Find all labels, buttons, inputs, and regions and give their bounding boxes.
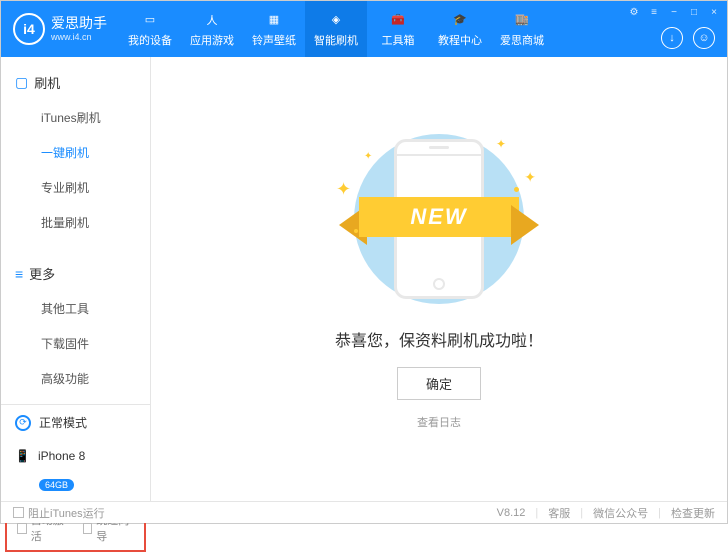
app-icon: 人 — [203, 11, 221, 29]
nav-item-phone[interactable]: ▭我的设备 — [119, 1, 181, 57]
ring-icon: ▦ — [265, 11, 283, 29]
settings-icon[interactable]: ⚙ — [627, 5, 641, 19]
header: i4 爱思助手 www.i4.cn ▭我的设备人应用游戏▦铃声壁纸◈智能刷机🧰工… — [1, 1, 727, 57]
flash-icon: ◈ — [327, 11, 345, 29]
download-icon[interactable]: ↓ — [661, 27, 683, 49]
success-message: 恭喜您，保资料刷机成功啦！ — [335, 327, 543, 351]
block-itunes-checkbox[interactable]: 阻止iTunes运行 — [13, 505, 105, 521]
logo-icon: i4 — [13, 13, 45, 45]
menu-icon[interactable]: ≡ — [647, 5, 661, 19]
maximize-icon[interactable]: □ — [687, 5, 701, 19]
main-content: NEW ✦✦✦✦ 恭喜您，保资料刷机成功啦！ 确定 查看日志 — [151, 57, 727, 501]
logo-subtitle: www.i4.cn — [51, 32, 107, 42]
nav-item-flash[interactable]: ◈智能刷机 — [305, 1, 367, 57]
device-name: iPhone 8 — [38, 449, 85, 463]
nav-item-ring[interactable]: ▦铃声壁纸 — [243, 1, 305, 57]
version-label: V8.12 — [497, 507, 526, 519]
window-controls: ⚙ ≡ − □ × — [627, 5, 721, 19]
footer-link-support[interactable]: 客服 — [548, 505, 570, 521]
shop-icon: 🏬 — [513, 11, 531, 29]
sidebar-item[interactable]: 批量刷机 — [1, 205, 150, 240]
mode-label: 正常模式 — [39, 414, 87, 431]
minimize-icon[interactable]: − — [667, 5, 681, 19]
sidebar-bottom: ⟳ 正常模式 📱 iPhone 8 64GB 自动激活跳过向导 — [1, 404, 150, 556]
nav-item-edu[interactable]: 🎓教程中心 — [429, 1, 491, 57]
storage-badge: 64GB — [39, 479, 74, 491]
mode-row[interactable]: ⟳ 正常模式 — [1, 405, 150, 440]
nav-item-shop[interactable]: 🏬爱思商城 — [491, 1, 553, 57]
sidebar-heading: ≡更多 — [1, 256, 150, 291]
phone-icon: 📱 — [15, 449, 30, 463]
refresh-icon: ⟳ — [15, 415, 31, 431]
sidebar-heading: ▢刷机 — [1, 65, 150, 100]
header-actions: ↓ ☺ — [661, 27, 715, 49]
phone-icon: ▭ — [141, 11, 159, 29]
ribbon-text: NEW — [359, 197, 519, 237]
tool-icon: 🧰 — [389, 11, 407, 29]
nav-item-tool[interactable]: 🧰工具箱 — [367, 1, 429, 57]
device-row[interactable]: 📱 iPhone 8 64GB — [1, 440, 150, 500]
footer-link-wechat[interactable]: 微信公众号 — [593, 505, 648, 521]
footer-link-update[interactable]: 检查更新 — [671, 505, 715, 521]
logo-title: 爱思助手 — [51, 16, 107, 31]
user-icon[interactable]: ☺ — [693, 27, 715, 49]
success-illustration: NEW ✦✦✦✦ — [324, 129, 554, 309]
logo: i4 爱思助手 www.i4.cn — [1, 13, 119, 45]
view-log-link[interactable]: 查看日志 — [417, 414, 461, 430]
sidebar-item[interactable]: iTunes刷机 — [1, 100, 150, 135]
edu-icon: 🎓 — [451, 11, 469, 29]
sidebar-item[interactable]: 其他工具 — [1, 291, 150, 326]
sidebar-item[interactable]: 下载固件 — [1, 326, 150, 361]
close-icon[interactable]: × — [707, 5, 721, 19]
ok-button[interactable]: 确定 — [397, 367, 481, 400]
sidebar: ▢刷机iTunes刷机一键刷机专业刷机批量刷机 ≡更多其他工具下载固件高级功能 ⟳… — [1, 57, 151, 501]
nav-item-app[interactable]: 人应用游戏 — [181, 1, 243, 57]
sidebar-item[interactable]: 一键刷机 — [1, 135, 150, 170]
footer: 阻止iTunes运行 V8.12 | 客服 | 微信公众号 | 检查更新 — [1, 501, 727, 523]
sidebar-item[interactable]: 高级功能 — [1, 361, 150, 396]
sidebar-item[interactable]: 专业刷机 — [1, 170, 150, 205]
